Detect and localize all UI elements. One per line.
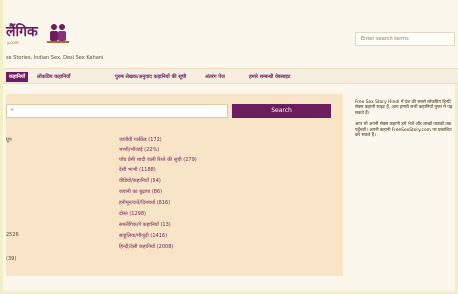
category-link[interactable]: वीडियो/कहानियाँ (54) (119, 178, 161, 184)
site-logo-subtext: y.com (7, 40, 19, 45)
site-logo-text[interactable]: लैंगिक (6, 22, 38, 41)
nav-item-pages[interactable]: अंतरंग पेज (205, 72, 225, 82)
category-link[interactable]: समलैंगिक/गे कहानियाँ (13) (119, 222, 171, 228)
main-nav: कहानियाँ लोकप्रिय कहानियाँ पुरुष लेखक/अन… (3, 68, 458, 84)
category-link[interactable]: साहूलिया/मौजूदी (1416) (119, 233, 167, 239)
category-search-input[interactable]: s (6, 104, 228, 118)
category-link[interactable]: हनीमून/रातें/दिनचर्या (816) (119, 200, 170, 206)
category-link[interactable]: हिन्दी/देसी कहानियाँ (2008) (119, 244, 173, 250)
category-link[interactable]: पाँच प्रेमी शादी वाली रिश्ते की सूची (27… (119, 157, 197, 163)
nav-item-authors[interactable]: पुरुष लेखक/अनुवाद कहानियों की सूची (115, 72, 186, 82)
page: लैंगिक y.com se Stories, Indian Sex, Des… (0, 0, 458, 294)
category-link[interactable]: भाभी/भौजाई (22%) (119, 147, 159, 153)
site-tagline: se Stories, Indian Sex, Desi Sex Kahani (6, 55, 104, 61)
nav-item-related-sites[interactable]: हमारे सम्बन्धी वेबसाइट (249, 72, 290, 82)
category-link[interactable]: देसी भाभी (1188) (119, 167, 156, 173)
nav-item-popular[interactable]: लोकप्रिय कहानियाँ (37, 72, 70, 82)
header-search-input[interactable]: Enter search terms (355, 32, 455, 46)
category-link[interactable]: जवानी का बुढ़ापा (86) (119, 189, 162, 195)
category-link[interactable]: दोस्त (1298) (119, 211, 146, 217)
sidebar: Free Sex Story Hindi में देश की सबसे लोक… (355, 100, 458, 144)
couple-logo-icon (47, 24, 69, 43)
search-button[interactable]: Search (232, 104, 331, 118)
site-header: लैंगिक y.com se Stories, Indian Sex, Des… (3, 0, 458, 68)
nav-item-stories[interactable]: कहानियाँ (6, 72, 29, 82)
left-label: 2526 (6, 232, 19, 238)
left-label: ग्रुप (6, 137, 12, 143)
left-label: (39) (6, 256, 17, 262)
category-link[interactable]: जातीय़ी गर्लफ्रेंड (172) (119, 137, 162, 143)
category-panel: s Search ग्रुप 2526 (39) जातीय़ी गर्लफ्र… (6, 94, 343, 276)
sidebar-submit-text: आप भी अपनी सेक्स कहानी हमें भेजें और लाख… (355, 122, 452, 139)
sidebar-intro-text: Free Sex Story Hindi में देश की सबसे लोक… (355, 100, 453, 116)
